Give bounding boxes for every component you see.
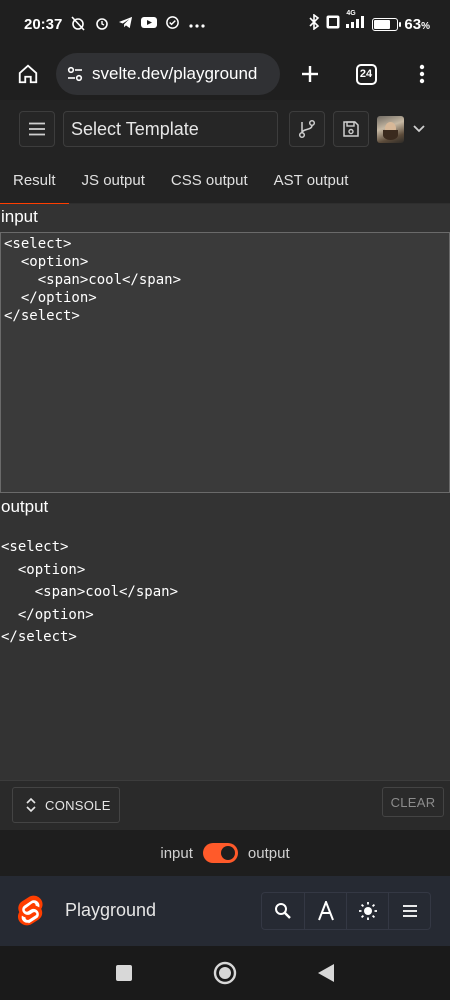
toggle-knob: [220, 846, 235, 860]
console-toggle-button[interactable]: CONSOLE: [12, 787, 120, 823]
output-tabs: Result JS output CSS output AST output: [0, 158, 450, 205]
battery-percent: 63: [404, 15, 422, 33]
font-icon: [317, 901, 334, 921]
app-header: Select Template: [0, 100, 450, 158]
recents-square-icon[interactable]: [115, 964, 133, 982]
muted-alarm-icon: [70, 15, 86, 34]
save-icon: [343, 121, 359, 137]
status-bar: 20:37 4G 63%: [0, 0, 450, 48]
browser-toolbar: svelte.dev/playground 24: [0, 48, 450, 100]
clear-console-button[interactable]: CLEAR: [382, 787, 444, 817]
nav-actions: [261, 892, 431, 930]
site-settings-icon[interactable]: [66, 65, 84, 83]
more-notifications-icon: [188, 16, 206, 32]
telegram-icon: [118, 15, 133, 33]
svelte-logo-icon[interactable]: [17, 895, 46, 928]
user-avatar[interactable]: [377, 115, 404, 143]
signal-icon: 4G: [346, 10, 366, 33]
alarm-icon: [94, 15, 110, 34]
home-icon: [18, 64, 38, 84]
network-type-label: 4G: [346, 10, 356, 17]
browser-menu-button[interactable]: [394, 48, 450, 100]
home-circle-icon[interactable]: [213, 961, 237, 985]
check-circle-icon: [165, 15, 180, 33]
status-time: 20:37: [24, 15, 63, 33]
output-label: output: [1, 497, 49, 516]
toggle-output-label: output: [247, 844, 290, 862]
save-button[interactable]: [333, 111, 369, 147]
volte-icon: [326, 15, 340, 33]
battery-icon: [372, 17, 402, 31]
tab-result[interactable]: Result: [0, 158, 69, 205]
hamburger-icon: [29, 122, 45, 136]
console-bar: CONSOLE CLEAR: [0, 780, 450, 830]
tab-switcher-button[interactable]: 24: [338, 48, 394, 100]
theme-toggle-button[interactable]: [346, 893, 388, 929]
address-bar[interactable]: svelte.dev/playground: [56, 53, 280, 95]
nav-title[interactable]: Playground: [65, 900, 156, 921]
input-textarea[interactable]: <select> <option> <span>cool</span> </op…: [0, 232, 450, 493]
fork-button[interactable]: [289, 111, 325, 147]
tab-ast-output[interactable]: AST output: [261, 158, 362, 204]
input-label: input: [1, 207, 38, 226]
template-selector[interactable]: Select Template: [63, 111, 278, 147]
new-tab-button[interactable]: [282, 48, 338, 100]
tab-js-output[interactable]: JS output: [69, 158, 158, 204]
home-button[interactable]: [0, 48, 56, 100]
plus-icon: [302, 66, 318, 82]
system-nav-bar: [0, 946, 450, 1000]
theme-icon: [358, 902, 377, 920]
toggle-input-label: input: [160, 844, 193, 862]
site-bottom-nav: Playground: [0, 876, 450, 946]
battery-unit: %: [421, 20, 430, 32]
back-triangle-icon[interactable]: [317, 963, 335, 983]
font-size-button[interactable]: [304, 893, 346, 929]
sidebar-menu-button[interactable]: [19, 111, 55, 147]
console-label: CONSOLE: [45, 797, 111, 813]
search-button[interactable]: [262, 893, 304, 929]
output-preview: <select> <option> <span>cool</span> </op…: [1, 539, 179, 645]
battery-fill: [374, 19, 390, 29]
expand-icon: [26, 797, 36, 813]
tab-css-output[interactable]: CSS output: [158, 158, 261, 204]
result-panel: input <select> <option> <span>cool</span…: [0, 204, 450, 830]
git-fork-icon: [298, 119, 316, 139]
search-icon: [275, 903, 291, 919]
kebab-menu-icon: [419, 64, 425, 84]
view-toggle-row: input output: [0, 830, 450, 876]
site-menu-button[interactable]: [388, 893, 430, 929]
tab-count: 24: [355, 63, 377, 85]
view-toggle-switch[interactable]: [202, 843, 238, 863]
bluetooth-icon: [308, 13, 320, 34]
chevron-down-icon[interactable]: [412, 124, 426, 134]
youtube-icon: [141, 16, 158, 32]
url-text: svelte.dev/playground: [92, 64, 258, 83]
menu-icon: [402, 905, 417, 917]
